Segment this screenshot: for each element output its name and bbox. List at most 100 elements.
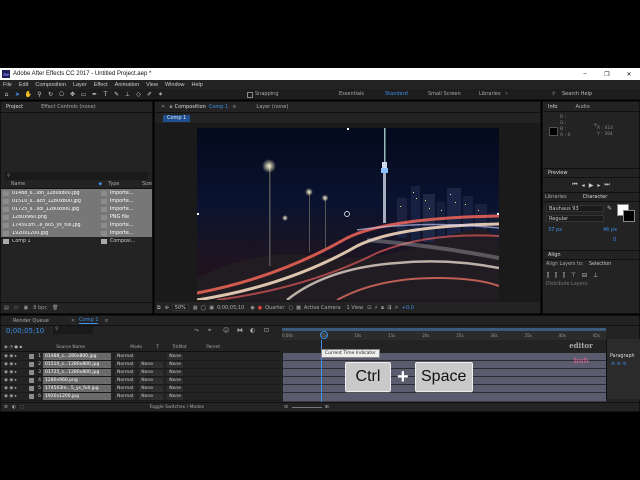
zoom-tool-icon[interactable]: ⚲ xyxy=(35,90,44,99)
menu-window[interactable]: Window xyxy=(165,82,185,88)
tab-character[interactable]: Character xyxy=(583,194,608,200)
puppet-tool-icon[interactable]: ✶ xyxy=(156,90,165,99)
table-row[interactable]: ◉ ◉ ▸ 3 01725_s...1280x800.jpg Normal None No… xyxy=(1,369,281,377)
next-frame-icon[interactable]: ▸ xyxy=(597,182,600,189)
channel-icon[interactable]: ● xyxy=(258,305,262,311)
menu-animation[interactable]: Animation xyxy=(115,82,139,88)
eraser-tool-icon[interactable]: ◇ xyxy=(134,90,143,99)
paragraph-align-icons[interactable]: ≡ ≡ ≡ xyxy=(607,361,640,368)
zoom-out-icon[interactable]: ⊟ xyxy=(284,405,288,410)
always-preview-icon[interactable]: ⧉ xyxy=(157,305,161,311)
footer-switch-icon[interactable]: ⚙ xyxy=(4,405,8,410)
column-type[interactable]: Type xyxy=(108,182,142,187)
tab-effect-controls[interactable]: Effect Controls (none) xyxy=(41,104,96,110)
column-source-name[interactable]: Source Name xyxy=(56,345,130,350)
toggle-switches-button[interactable]: Toggle Switches / Modes xyxy=(149,405,204,410)
brush-tool-icon[interactable]: ✎ xyxy=(112,90,121,99)
transparency-grid-icon[interactable]: ▩ xyxy=(296,305,301,311)
stroke-color-swatch[interactable] xyxy=(623,210,635,222)
magnification-icon[interactable]: ⊕ xyxy=(165,305,169,311)
stamp-tool-icon[interactable]: ⊥ xyxy=(123,90,132,99)
menu-composition[interactable]: Composition xyxy=(35,82,66,88)
shy-icon[interactable]: ☺ xyxy=(223,327,229,334)
menu-help[interactable]: Help xyxy=(192,82,203,88)
label-column-icon[interactable]: ◆ xyxy=(98,182,108,187)
tab-composition[interactable]: Composition xyxy=(175,104,206,110)
lock-icon[interactable]: ▪ xyxy=(169,104,172,110)
pan-behind-tool-icon[interactable]: ✥ xyxy=(68,90,77,99)
align-top-icon[interactable]: ⊤ xyxy=(571,272,576,280)
list-item[interactable]: 1920x1200.jpg Importe... xyxy=(1,229,152,237)
align-hcenter-icon[interactable]: ⫿ xyxy=(555,272,557,280)
first-frame-icon[interactable]: ⏮ xyxy=(572,181,577,189)
table-row[interactable]: ◉ ◉ ▸ 6 1920x1200.jpg Normal None None xyxy=(1,393,281,401)
font-family-dropdown[interactable]: Bauhaus 93 xyxy=(546,205,604,212)
frame-blend-icon[interactable]: ⧓ xyxy=(237,327,243,334)
play-icon[interactable]: ▶ xyxy=(589,182,594,189)
workspace-libraries[interactable]: Libraries xyxy=(479,91,501,97)
tab-preview[interactable]: Preview xyxy=(548,170,567,176)
camera-icon[interactable]: ▣ xyxy=(209,305,214,311)
selection-tool-icon[interactable]: ➤ xyxy=(13,90,22,99)
column-name[interactable]: Name xyxy=(11,182,98,187)
menu-layer[interactable]: Layer xyxy=(73,82,87,88)
exposure-value[interactable]: +0.0 xyxy=(402,305,414,311)
current-time-display[interactable]: 0;00;05;10 xyxy=(217,305,244,311)
table-row[interactable]: ◉ ◉ ▸ 2 01510_s...1280x800.jpg Normal None No… xyxy=(1,361,281,369)
new-comp-icon[interactable]: ▣ xyxy=(23,305,28,311)
column-t[interactable]: T xyxy=(156,345,172,350)
timeline-search-input[interactable]: ⚲ xyxy=(53,326,93,334)
eyedropper-icon[interactable]: ✎ xyxy=(607,205,612,212)
menu-view[interactable]: View xyxy=(146,82,158,88)
align-to-dropdown[interactable]: Selection xyxy=(589,262,611,267)
tab-menu-icon[interactable]: ≡ xyxy=(232,104,236,110)
roto-brush-tool-icon[interactable]: ✐ xyxy=(145,90,154,99)
interpret-footage-icon[interactable]: ▤ xyxy=(4,305,9,311)
composition-viewer[interactable] xyxy=(197,128,499,300)
last-frame-icon[interactable]: ⏭ xyxy=(604,181,609,189)
tracking-value[interactable]: 0 xyxy=(613,237,616,243)
leading-value[interactable]: 46 px xyxy=(603,227,617,233)
tab-project[interactable]: Project xyxy=(6,104,23,110)
list-item[interactable]: 01510_s...ach_1280x800.jpg Importe... xyxy=(1,197,152,205)
list-item[interactable]: Comp 1 Composi... xyxy=(1,237,152,245)
graph-editor-icon[interactable]: ⊡ xyxy=(264,327,269,334)
close-button[interactable]: ✕ xyxy=(618,71,640,78)
mask-icon[interactable]: ◯ xyxy=(201,305,207,311)
fast-preview-icon[interactable]: ⚡ xyxy=(374,305,378,311)
rectangle-tool-icon[interactable]: ▭ xyxy=(79,90,88,99)
column-parent[interactable]: Parent xyxy=(206,345,220,350)
font-style-dropdown[interactable]: Regular xyxy=(546,215,604,222)
zoom-slider[interactable] xyxy=(291,406,322,408)
footer-duration-icon[interactable]: ⬚ xyxy=(20,405,24,410)
tab-paragraph[interactable]: Paragraph xyxy=(607,353,640,361)
align-left-icon[interactable]: ⫿ xyxy=(547,272,549,280)
rotate-tool-icon[interactable]: ↻ xyxy=(46,90,55,99)
type-tool-icon[interactable]: T xyxy=(101,90,110,99)
tab-info[interactable]: Info xyxy=(548,104,557,110)
work-area-bar[interactable] xyxy=(282,328,606,331)
zoom-dropdown[interactable]: 50% xyxy=(171,304,189,311)
snapping-checkbox[interactable] xyxy=(247,92,253,98)
views-dropdown[interactable]: 1 View xyxy=(347,305,364,311)
timeline-timecode[interactable]: 0;00;05;10 xyxy=(6,327,44,335)
minimize-button[interactable]: – xyxy=(574,71,596,78)
tab-libraries[interactable]: Libraries xyxy=(545,194,567,200)
prev-frame-icon[interactable]: ◂ xyxy=(582,182,585,189)
tab-audio[interactable]: Audio xyxy=(575,104,589,110)
tab-render-queue[interactable]: Render Queue xyxy=(13,318,49,324)
trash-icon[interactable]: 🗑 xyxy=(52,305,58,311)
project-search-input[interactable]: ⚲ xyxy=(5,172,148,180)
menu-edit[interactable]: Edit xyxy=(19,82,28,88)
layer-bar[interactable] xyxy=(283,393,606,401)
maximize-button[interactable]: ❐ xyxy=(596,71,618,78)
close-tab-icon[interactable]: ✕ xyxy=(71,318,75,324)
workspace-standard[interactable]: Standard xyxy=(385,91,408,97)
footer-modes-icon[interactable]: ◐ xyxy=(12,405,16,410)
home-icon[interactable]: ⌂ xyxy=(2,90,11,99)
comp-mini-flowchart-icon[interactable]: ⤳ xyxy=(194,327,199,335)
pixel-aspect-icon[interactable]: ⊡ xyxy=(367,305,371,311)
hand-tool-icon[interactable]: ✋ xyxy=(24,90,33,99)
new-folder-icon[interactable]: ▭ xyxy=(14,305,19,311)
tab-menu-icon[interactable]: ≡ xyxy=(104,318,108,324)
